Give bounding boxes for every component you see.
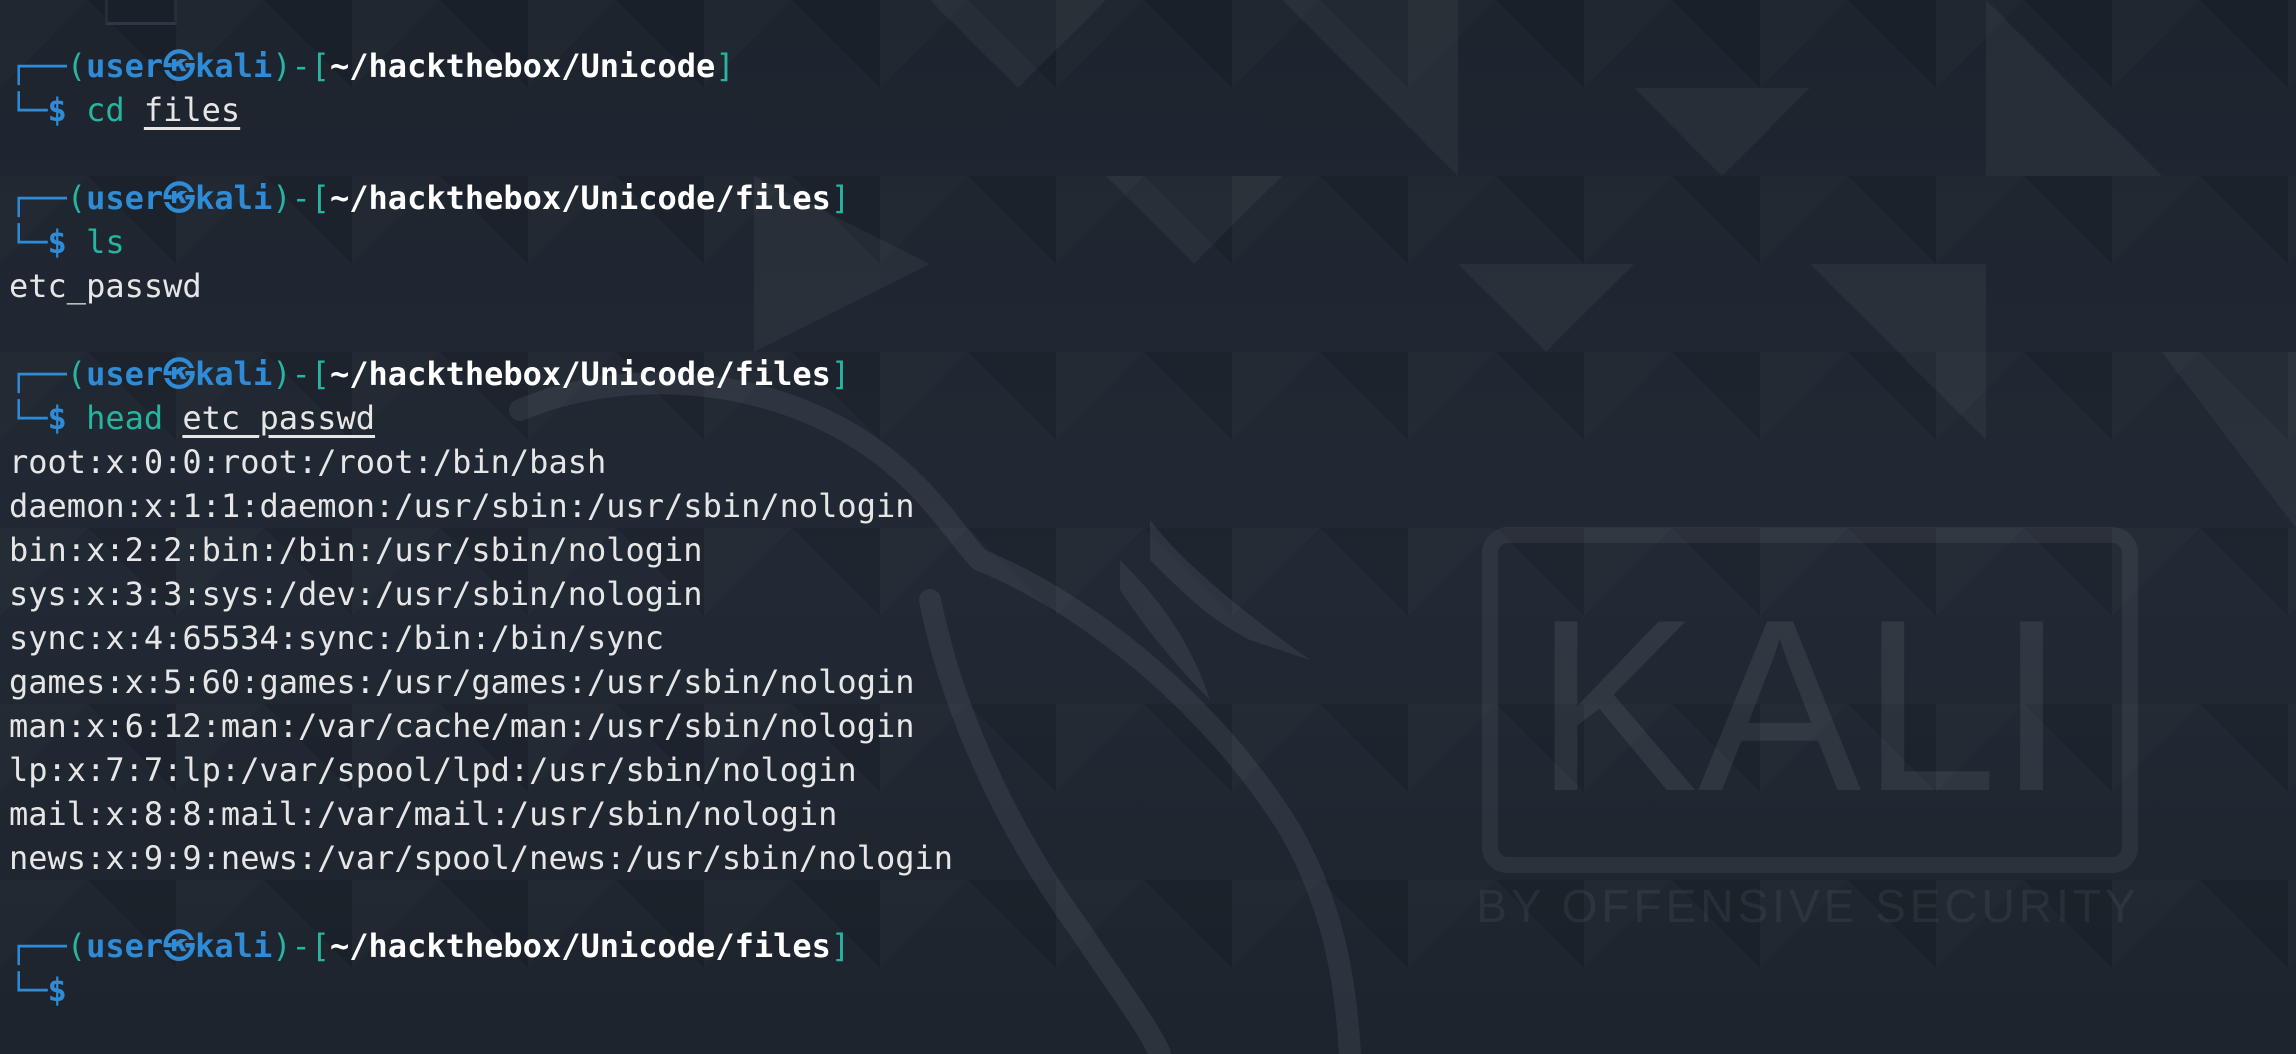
prompt-paren-open: (	[66, 47, 87, 85]
output-text: lp:x:7:7:lp:/var/spool/lpd:/usr/sbin/nol…	[9, 751, 857, 789]
prompt-paren-close: )-[	[272, 355, 330, 393]
command-name: head	[86, 399, 164, 437]
output-line: news:x:9:9:news:/var/spool/news:/usr/sbi…	[9, 836, 953, 880]
prompt-dollar: $	[47, 91, 67, 129]
prompt-host: kali	[195, 47, 273, 85]
prompt-paren-close: )-[	[272, 47, 330, 85]
prompt-frame-top: ┌──	[9, 355, 67, 393]
prompt-user: user	[86, 47, 164, 85]
prompt-bracket-close: ]	[830, 927, 851, 965]
prompt-frame-top: ┌──	[9, 179, 67, 217]
prompt-paren-close: )-[	[272, 927, 330, 965]
prompt-user: user	[86, 355, 164, 393]
prompt-frame-top: ┌──	[9, 47, 67, 85]
output-line: daemon:x:1:1:daemon:/usr/sbin:/usr/sbin/…	[9, 484, 953, 528]
prompt-bracket-close: ]	[830, 355, 851, 393]
command-argument: etc_passwd	[182, 399, 376, 437]
prompt-frame-bottom: └─	[9, 91, 48, 129]
prompt-host: kali	[195, 927, 273, 965]
prompt-frame-bottom: └─	[9, 971, 48, 1009]
output-line: games:x:5:60:games:/usr/games:/usr/sbin/…	[9, 660, 953, 704]
command-line: └─$ head etc_passwd	[9, 396, 953, 440]
output-text: daemon:x:1:1:daemon:/usr/sbin:/usr/sbin/…	[9, 487, 915, 525]
command-name: ls	[86, 223, 125, 261]
prompt-dollar: $	[47, 399, 67, 437]
prompt-path: ~/hackthebox/Unicode	[330, 47, 716, 85]
prompt-host: kali	[195, 179, 273, 217]
terminal-output[interactable]: ┌──(user㉿kali)-[~/hackthebox/Unicode] └─$…	[9, 44, 953, 1012]
prompt-user: user	[86, 927, 164, 965]
output-text: games:x:5:60:games:/usr/games:/usr/sbin/…	[9, 663, 915, 701]
prompt-separator-icon: ㉿	[163, 179, 196, 217]
prompt-header: ┌──(user㉿kali)-[~/hackthebox/Unicode/fil…	[9, 176, 953, 220]
command-line: └─$	[9, 968, 953, 1012]
prompt-path: ~/hackthebox/Unicode/files	[330, 927, 831, 965]
prompt-paren-open: (	[66, 355, 87, 393]
output-text: sys:x:3:3:sys:/dev:/usr/sbin/nologin	[9, 575, 703, 613]
prompt-paren-open: (	[66, 927, 87, 965]
prompt-bracket-close: ]	[715, 47, 735, 85]
output-line: man:x:6:12:man:/var/cache/man:/usr/sbin/…	[9, 704, 953, 748]
prompt-frame-bottom: └─	[9, 223, 48, 261]
kali-tagline: BY OFFENSIVE SECURITY	[1476, 880, 2139, 932]
output-text: news:x:9:9:news:/var/spool/news:/usr/sbi…	[9, 839, 954, 877]
output-line: bin:x:2:2:bin:/bin:/usr/sbin/nologin	[9, 528, 953, 572]
prompt-separator-icon: ㉿	[163, 927, 196, 965]
prompt-paren-close: )-[	[272, 179, 330, 217]
output-text: mail:x:8:8:mail:/var/mail:/usr/sbin/nolo…	[9, 795, 838, 833]
prompt-dollar: $	[47, 971, 67, 1009]
prompt-path: ~/hackthebox/Unicode/files	[330, 179, 831, 217]
prompt-dollar: $	[47, 223, 67, 261]
prompt-paren-open: (	[66, 179, 87, 217]
output-text: sync:x:4:65534:sync:/bin:/bin/sync	[9, 619, 665, 657]
output-line: etc_passwd	[9, 264, 953, 308]
output-text: etc_passwd	[9, 267, 202, 305]
output-line: sync:x:4:65534:sync:/bin:/bin/sync	[9, 616, 953, 660]
prompt-frame-top: ┌──	[9, 927, 67, 965]
prompt-host: kali	[195, 355, 273, 393]
output-text: bin:x:2:2:bin:/bin:/usr/sbin/nologin	[9, 531, 703, 569]
prompt-header: ┌──(user㉿kali)-[~/hackthebox/Unicode]	[9, 44, 953, 88]
prompt-separator-icon: ㉿	[163, 47, 196, 85]
command-argument: files	[143, 91, 241, 129]
kali-logo-text: KALI	[1534, 568, 2065, 842]
prompt-separator-icon: ㉿	[163, 355, 196, 393]
terminal-window[interactable]: KALI BY OFFENSIVE SECURITY ┌──(user㉿kali…	[0, 0, 2296, 1054]
command-name: cd	[86, 91, 125, 129]
output-text: man:x:6:12:man:/var/cache/man:/usr/sbin/…	[9, 707, 915, 745]
output-text: root:x:0:0:root:/root:/bin/bash	[9, 443, 607, 481]
prompt-frame-bottom: └─	[9, 399, 48, 437]
output-line: mail:x:8:8:mail:/var/mail:/usr/sbin/nolo…	[9, 792, 953, 836]
prompt-header: ┌──(user㉿kali)-[~/hackthebox/Unicode/fil…	[9, 352, 953, 396]
prompt-header: ┌──(user㉿kali)-[~/hackthebox/Unicode/fil…	[9, 924, 953, 968]
prompt-user: user	[86, 179, 164, 217]
output-line: sys:x:3:3:sys:/dev:/usr/sbin/nologin	[9, 572, 953, 616]
command-line: └─$ ls	[9, 220, 953, 264]
output-line: root:x:0:0:root:/root:/bin/bash	[9, 440, 953, 484]
output-line: lp:x:7:7:lp:/var/spool/lpd:/usr/sbin/nol…	[9, 748, 953, 792]
prompt-path: ~/hackthebox/Unicode/files	[330, 355, 831, 393]
command-line: └─$ cd files	[9, 88, 953, 132]
prompt-bracket-close: ]	[830, 179, 851, 217]
